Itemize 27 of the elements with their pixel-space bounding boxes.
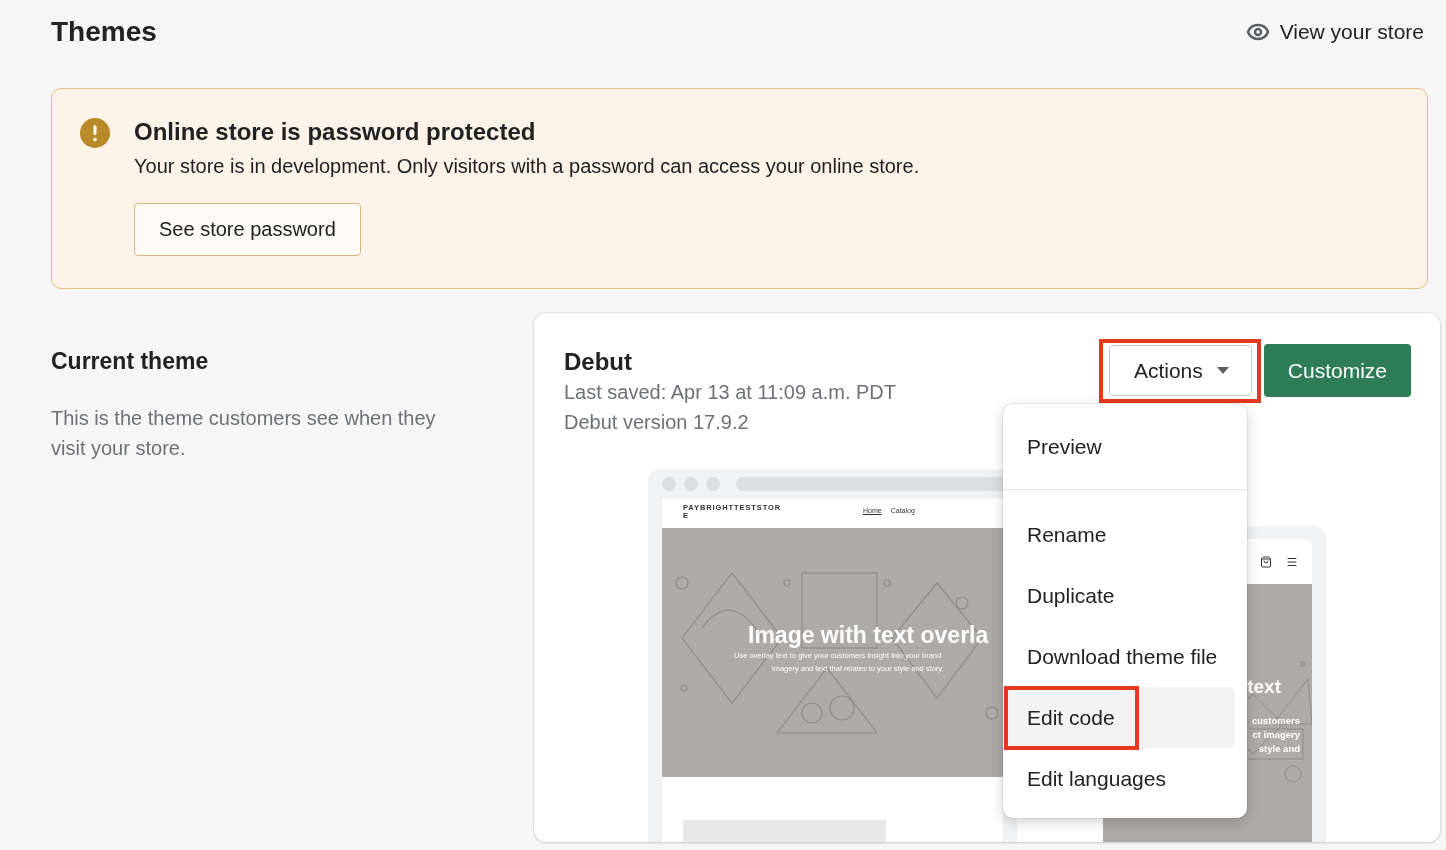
hero-text: ct imagery [1252,728,1300,742]
customize-button[interactable]: Customize [1263,344,1411,397]
theme-version: Debut version 17.9.2 [564,410,750,435]
banner-message: Your store is in development. Only visitors with a password can access your online store. [134,154,920,179]
last-saved: Last saved: Apr 13 at 11:09 a.m. PDT [564,380,897,405]
theme-name: Debut [564,347,633,377]
warning-icon [80,118,110,148]
hero-text: style and [1258,742,1300,756]
banner-title: Online store is password protected [134,117,536,147]
page-title: Themes [51,16,157,48]
section-heading: Current theme [51,347,210,375]
menu-icon [1286,555,1298,568]
caret-icon [1216,367,1229,374]
menu-item[interactable]: Preview [1005,416,1235,477]
hero-title: text [1247,676,1281,698]
menu-item[interactable]: Edit languages [1005,748,1235,809]
bag-icon [1260,555,1272,568]
hero-text: customers [1251,714,1300,728]
menu-item[interactable]: Edit code [1005,687,1235,748]
section-description: This is the theme customers see when they visit your store. [51,406,437,461]
hero-title: Image with text overla [748,622,989,649]
menu-item[interactable]: Rename [1005,504,1235,565]
see-password-button[interactable]: See store password [134,203,361,256]
menu-item[interactable]: Download theme file [1005,626,1235,687]
view-store-link[interactable]: View your store [1245,20,1424,44]
actions-button[interactable]: Actions [1108,345,1252,396]
menu-item[interactable]: Duplicate [1005,565,1235,626]
